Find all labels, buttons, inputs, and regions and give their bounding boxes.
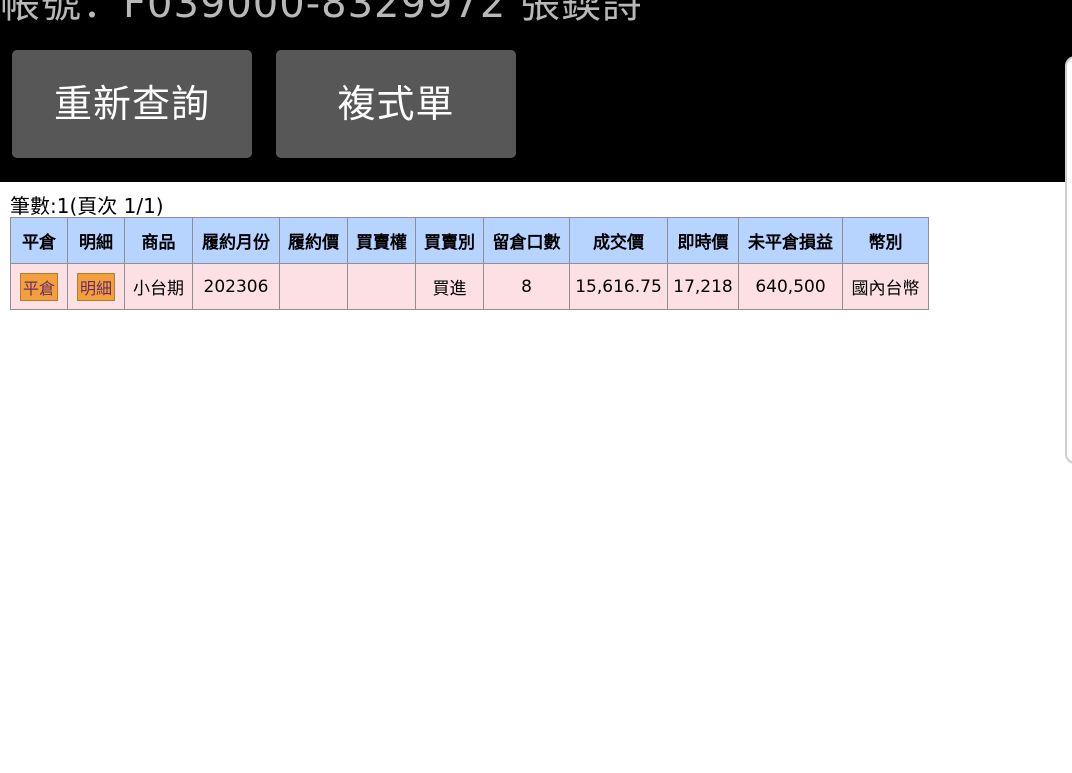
app-root: 帳號：F039000-8329972 張鍥詩 重新查詢 複式單 筆數:1(頁次 … xyxy=(0,0,1072,773)
strike-cell xyxy=(279,263,348,310)
month-cell: 202306 xyxy=(192,263,280,310)
option-type-cell xyxy=(347,263,416,310)
table-row: 平倉 明細 小台期 202306 買進 8 15,616.75 17,218 6… xyxy=(10,263,929,310)
detail-button[interactable]: 明細 xyxy=(76,272,115,301)
column-header-side: 買賣別 xyxy=(415,217,484,264)
close-position-button[interactable]: 平倉 xyxy=(19,272,58,301)
product-cell: 小台期 xyxy=(124,263,193,310)
column-header-live-price: 即時價 xyxy=(667,217,739,264)
column-header-product: 商品 xyxy=(124,217,193,264)
qty-cell: 8 xyxy=(483,263,570,310)
requery-button[interactable]: 重新查詢 xyxy=(12,50,252,158)
column-header-qty: 留倉口數 xyxy=(483,217,570,264)
column-header-pnl: 未平倉損益 xyxy=(738,217,843,264)
column-header-close: 平倉 xyxy=(10,217,68,264)
positions-table: 平倉 明細 商品 履約月份 履約價 買賣權 買賣別 留倉口數 成交價 即時價 未… xyxy=(10,217,929,310)
side-drawer-handle[interactable] xyxy=(1065,56,1072,464)
record-count: 筆數:1(頁次 1/1) xyxy=(10,194,164,218)
column-header-detail: 明細 xyxy=(67,217,125,264)
currency-cell: 國內台幣 xyxy=(842,263,929,310)
pnl-cell: 640,500 xyxy=(738,263,843,310)
account-info: 帳號：F039000-8329972 張鍥詩 xyxy=(0,0,643,27)
live-price-cell: 17,218 xyxy=(667,263,739,310)
close-cell: 平倉 xyxy=(10,263,68,310)
table-header-row: 平倉 明細 商品 履約月份 履約價 買賣權 買賣別 留倉口數 成交價 即時價 未… xyxy=(10,217,929,264)
column-header-option-type: 買賣權 xyxy=(347,217,416,264)
column-header-trade-price: 成交價 xyxy=(569,217,668,264)
detail-cell: 明細 xyxy=(67,263,125,310)
side-cell: 買進 xyxy=(415,263,484,310)
compound-order-button[interactable]: 複式單 xyxy=(276,50,516,158)
column-header-month: 履約月份 xyxy=(192,217,280,264)
header-bar: 帳號：F039000-8329972 張鍥詩 重新查詢 複式單 xyxy=(0,0,1072,182)
column-header-currency: 幣別 xyxy=(842,217,929,264)
trade-price-cell: 15,616.75 xyxy=(569,263,668,310)
column-header-strike: 履約價 xyxy=(279,217,348,264)
